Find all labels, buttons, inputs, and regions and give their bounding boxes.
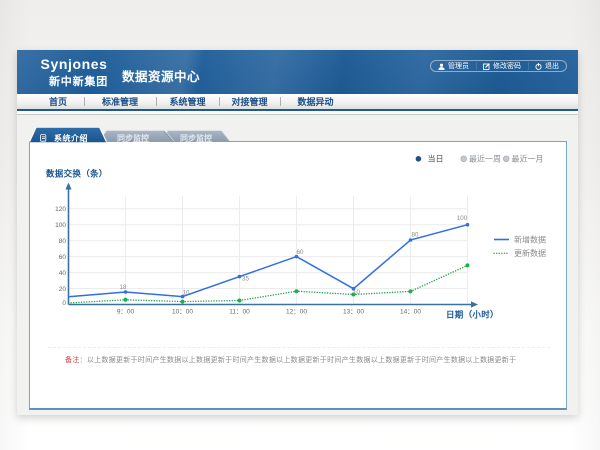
svg-text:新增数据: 新增数据 bbox=[514, 234, 546, 244]
svg-text:10：00: 10：00 bbox=[172, 309, 193, 316]
svg-text:当日: 当日 bbox=[428, 154, 444, 164]
svg-text:10: 10 bbox=[353, 289, 360, 296]
svg-text:最近一月: 最近一月 bbox=[512, 154, 544, 164]
svg-text:80: 80 bbox=[59, 238, 67, 245]
svg-text:20: 20 bbox=[59, 286, 67, 293]
svg-text:12：00: 12：00 bbox=[286, 309, 307, 316]
svg-text:35: 35 bbox=[242, 276, 249, 283]
svg-text:0: 0 bbox=[62, 300, 66, 307]
svg-text:10: 10 bbox=[183, 289, 190, 296]
svg-text:14：00: 14：00 bbox=[400, 309, 421, 316]
svg-text:日期（小时）: 日期（小时） bbox=[446, 310, 499, 320]
svg-text:40: 40 bbox=[59, 270, 67, 277]
svg-text:更新数据: 更新数据 bbox=[514, 248, 546, 258]
svg-text:11：00: 11：00 bbox=[229, 309, 250, 316]
svg-text:100: 100 bbox=[55, 222, 66, 229]
svg-text:9：00: 9：00 bbox=[117, 309, 135, 316]
svg-text:80: 80 bbox=[412, 231, 419, 238]
svg-text:13：00: 13：00 bbox=[343, 309, 364, 316]
svg-text:18: 18 bbox=[120, 284, 127, 291]
svg-text:数据交换（条）: 数据交换（条） bbox=[46, 169, 108, 179]
svg-text:最近一周: 最近一周 bbox=[469, 154, 501, 164]
svg-text:100: 100 bbox=[457, 215, 468, 222]
svg-text:60: 60 bbox=[59, 254, 67, 261]
svg-text:120: 120 bbox=[55, 206, 66, 213]
svg-text:60: 60 bbox=[297, 249, 304, 256]
